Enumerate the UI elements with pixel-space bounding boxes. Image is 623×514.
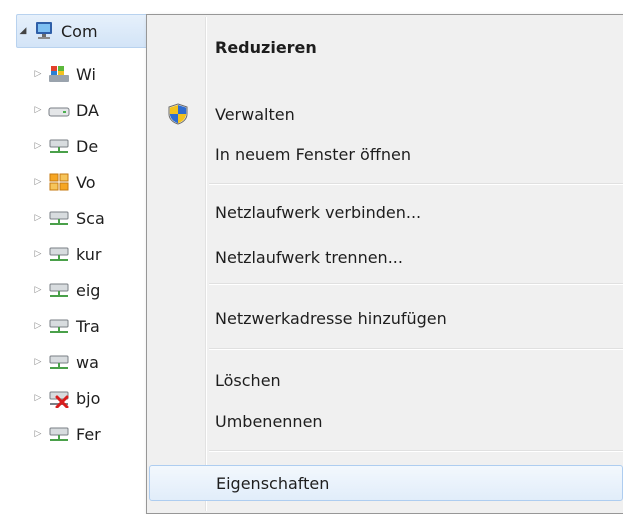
expand-arrow-icon[interactable]: ▷ (32, 140, 44, 152)
menu-item-label: Netzlaufwerk trennen... (215, 247, 403, 267)
network-drive-icon (48, 316, 70, 336)
expand-arrow-icon[interactable]: ▷ (32, 392, 44, 404)
tree-item-label: eig (76, 280, 101, 300)
menu-item-netzwerkadresse-hinzufuegen[interactable]: Netzwerkadresse hinzufügen (149, 301, 623, 335)
tree-item-label: kur (76, 244, 102, 264)
menu-item-label: Netzlaufwerk verbinden... (215, 202, 422, 222)
disconnected-drive-icon (48, 388, 70, 408)
tree-item-label: Wi (76, 64, 96, 84)
tree-item-data-drive[interactable]: ▷ DA (32, 92, 99, 128)
network-drive-icon (48, 352, 70, 372)
tree-item-label: bjo (76, 388, 101, 408)
expand-arrow-icon[interactable]: ▷ (32, 68, 44, 80)
tree-item-disconnected-drive[interactable]: ▷ bjo (32, 380, 100, 416)
uac-shield-icon (167, 103, 189, 125)
tree-item-label: De (76, 136, 99, 156)
menu-separator (209, 450, 623, 452)
computer-icon (33, 21, 55, 41)
tree-item-network-drive[interactable]: ▷ De (32, 128, 99, 164)
expand-arrow-icon[interactable]: ▷ (32, 428, 44, 440)
menu-item-loeschen[interactable]: Löschen (149, 363, 623, 397)
tree-item-label: wa (76, 352, 99, 372)
menu-item-netzlaufwerk-verbinden[interactable]: Netzlaufwerk verbinden... (149, 195, 623, 229)
menu-separator (209, 283, 623, 285)
menu-item-reduzieren[interactable]: Reduzieren (149, 30, 623, 64)
windows-drive-icon (48, 64, 70, 84)
tree-item-folder-drive[interactable]: ▷ Vo (32, 164, 96, 200)
expand-arrow-icon[interactable]: ▷ (32, 176, 44, 188)
hard-drive-icon (48, 100, 70, 120)
expand-arrow-icon[interactable]: ▷ (32, 248, 44, 260)
tree-item-network-drive[interactable]: ▷ wa (32, 344, 99, 380)
menu-item-in-neuem-fenster-oeffnen[interactable]: In neuem Fenster öffnen (149, 137, 623, 171)
expand-arrow-icon[interactable]: ▷ (32, 104, 44, 116)
network-drive-icon (48, 280, 70, 300)
tree-item-label: DA (76, 100, 99, 120)
menu-item-eigenschaften[interactable]: Eigenschaften (149, 465, 623, 501)
tree-item-network-drive[interactable]: ▷ Fer (32, 416, 101, 452)
folder-drive-icon (48, 172, 70, 192)
tree-item-label: Fer (76, 424, 101, 444)
tree-item-label: Sca (76, 208, 105, 228)
network-drive-icon (48, 136, 70, 156)
tree-item-network-drive[interactable]: ▷ eig (32, 272, 101, 308)
context-menu: Reduzieren Verwalten In neuem Fenster öf… (146, 14, 623, 514)
menu-item-label: In neuem Fenster öffnen (215, 144, 411, 164)
menu-item-label: Umbenennen (215, 411, 323, 431)
network-drive-icon (48, 424, 70, 444)
menu-separator (209, 348, 623, 350)
tree-item-network-drive[interactable]: ▷ Tra (32, 308, 100, 344)
tree-item-network-drive[interactable]: ▷ kur (32, 236, 102, 272)
tree-item-network-drive[interactable]: ▷ Sca (32, 200, 105, 236)
menu-item-label: Eigenschaften (216, 473, 330, 493)
collapse-arrow-icon[interactable]: ◢ (17, 25, 29, 37)
menu-item-label: Netzwerkadresse hinzufügen (215, 308, 447, 328)
menu-item-label: Löschen (215, 370, 281, 390)
network-drive-icon (48, 244, 70, 264)
menu-item-verwalten[interactable]: Verwalten (149, 97, 623, 131)
expand-arrow-icon[interactable]: ▷ (32, 284, 44, 296)
menu-item-label: Verwalten (215, 104, 295, 124)
tree-item-windows-drive[interactable]: ▷ Wi (32, 56, 96, 92)
network-drive-icon (48, 208, 70, 228)
tree-item-label: Com (61, 21, 98, 41)
menu-separator (209, 183, 623, 185)
menu-item-umbenennen[interactable]: Umbenennen (149, 404, 623, 438)
menu-item-netzlaufwerk-trennen[interactable]: Netzlaufwerk trennen... (149, 240, 623, 274)
tree-item-label: Vo (76, 172, 96, 192)
expand-arrow-icon[interactable]: ▷ (32, 356, 44, 368)
expand-arrow-icon[interactable]: ▷ (32, 320, 44, 332)
tree-item-label: Tra (76, 316, 100, 336)
expand-arrow-icon[interactable]: ▷ (32, 212, 44, 224)
menu-item-label: Reduzieren (215, 37, 317, 57)
